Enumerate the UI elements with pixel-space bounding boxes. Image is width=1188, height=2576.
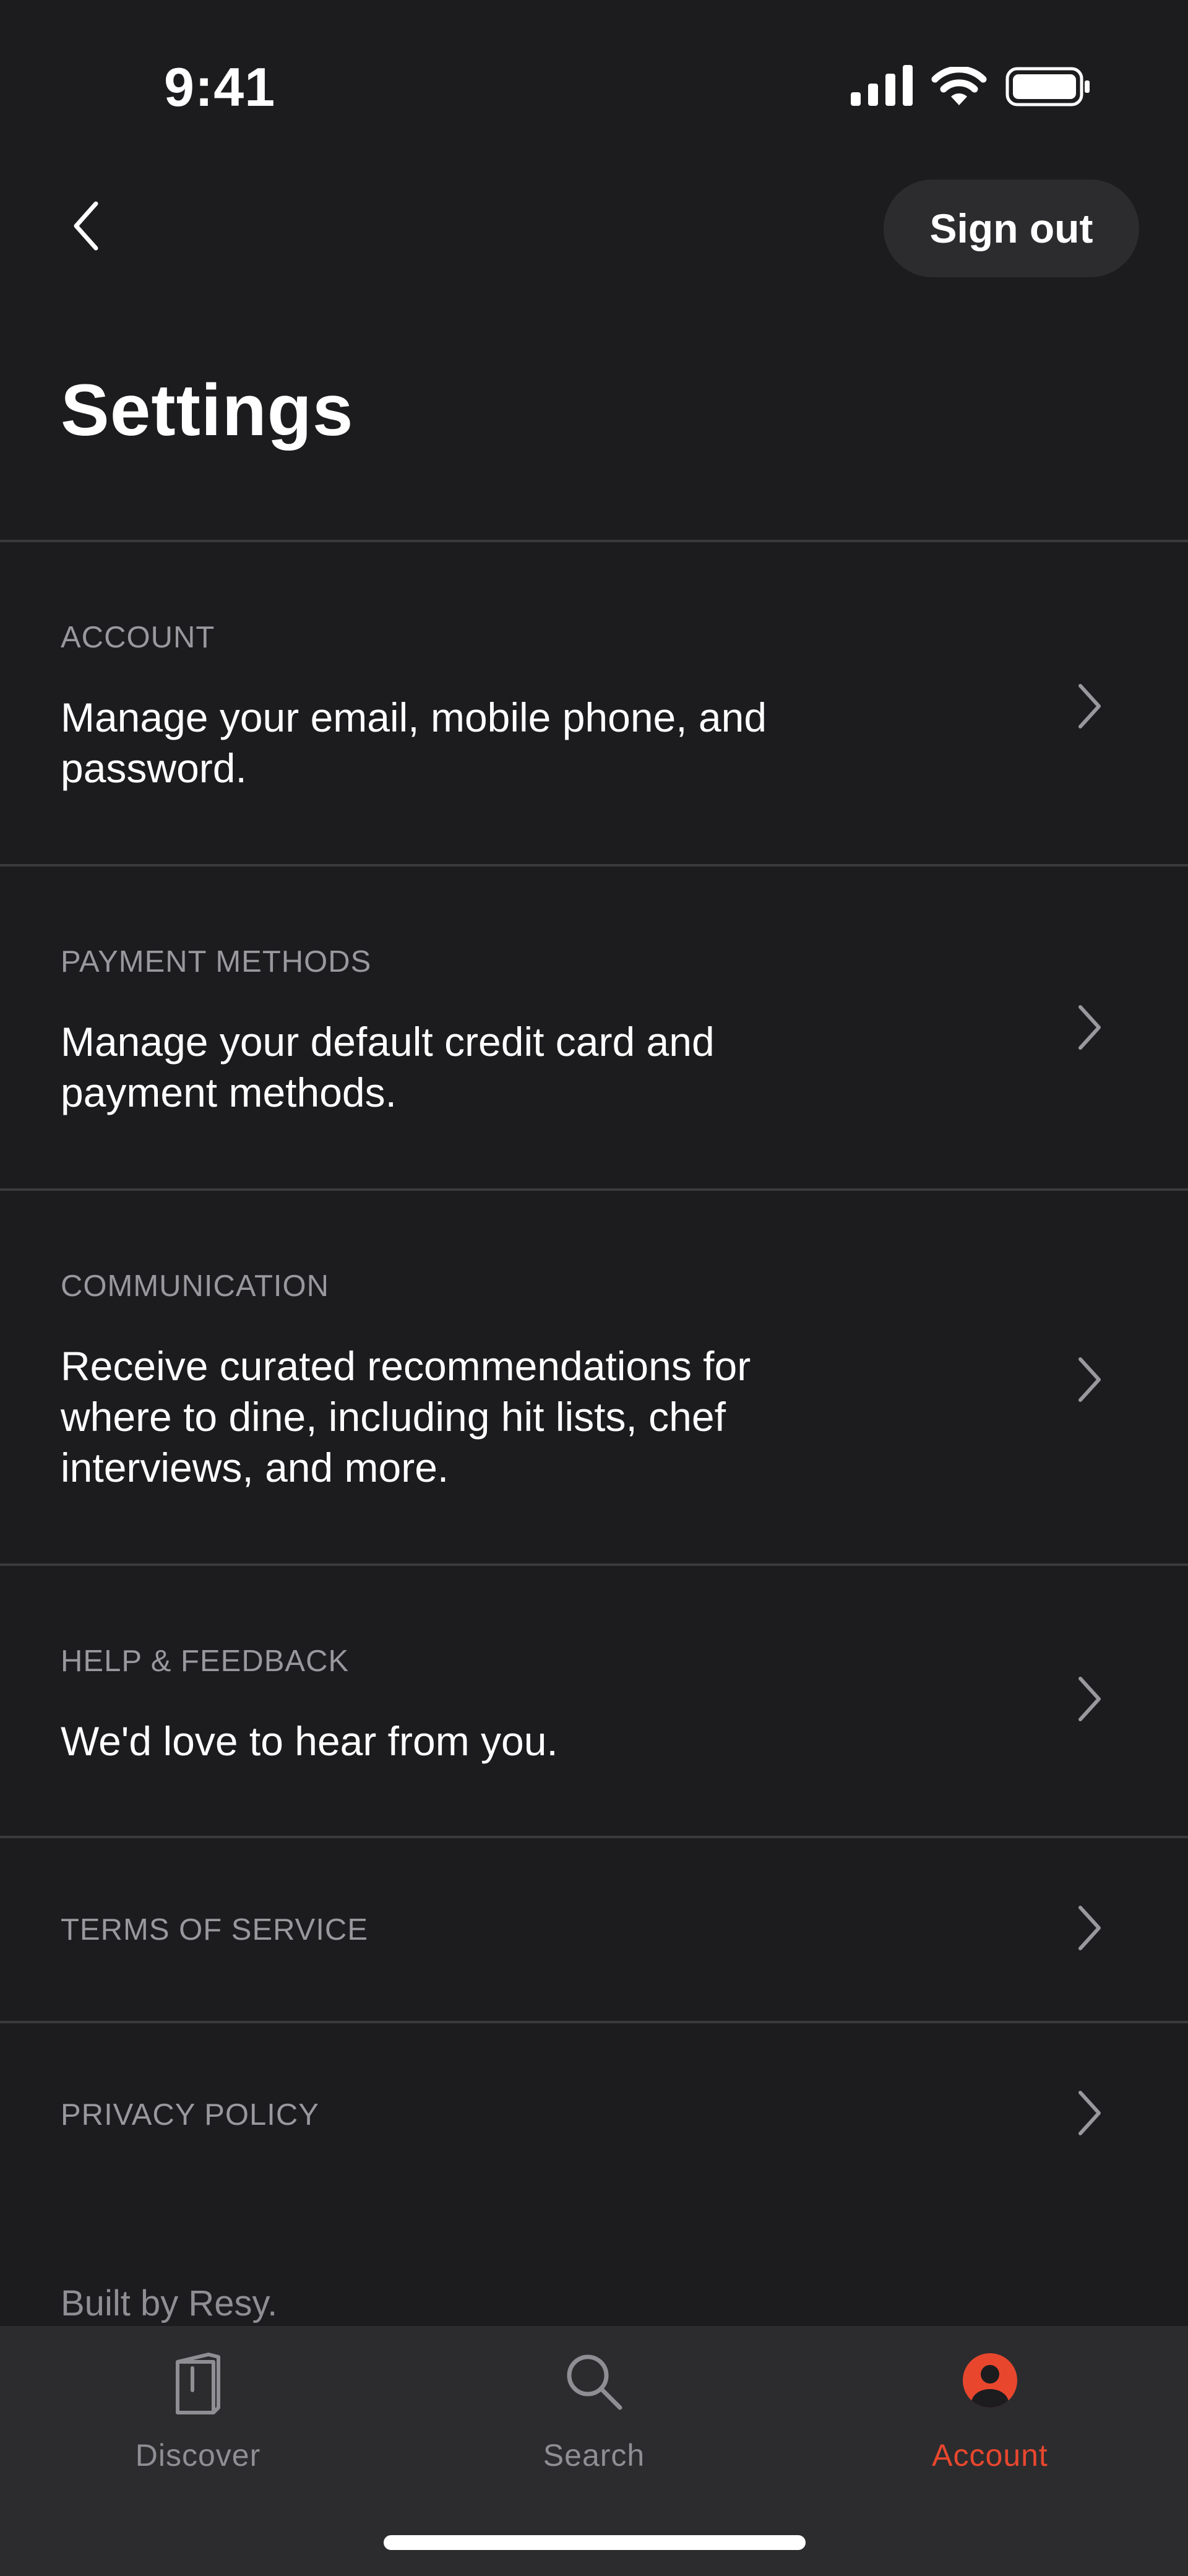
row-label: PRIVACY POLICY	[61, 2098, 319, 2132]
cellular-signal-icon	[851, 65, 913, 106]
tab-label: Discover	[135, 2438, 261, 2473]
page-title: Settings	[61, 370, 354, 451]
chevron-right-icon	[1078, 1005, 1101, 1050]
tab-label: Account	[932, 2438, 1048, 2473]
chevron-right-icon	[1078, 1677, 1101, 1721]
row-description: Receive curated recommendations for wher…	[61, 1343, 751, 1490]
row-description: Manage your default credit card and paym…	[61, 1019, 715, 1115]
status-time: 9:41	[164, 56, 276, 118]
row-label: PAYMENT METHODS	[61, 945, 372, 979]
book-icon	[176, 2353, 220, 2414]
settings-row-communication[interactable]: COMMUNICATION Receive curated recommenda…	[0, 1191, 1188, 1563]
chevron-right-icon	[1078, 1357, 1101, 1402]
tab-account[interactable]: Account	[792, 2326, 1188, 2487]
row-label: ACCOUNT	[61, 621, 215, 654]
tab-discover[interactable]: Discover	[0, 2326, 396, 2487]
settings-row-payment-methods[interactable]: PAYMENT METHODS Manage your default cred…	[0, 867, 1188, 1188]
settings-row-terms-of-service[interactable]: TERMS OF SERVICE	[0, 1838, 1188, 2021]
chevron-right-icon	[1078, 684, 1101, 728]
row-description: Manage your email, mobile phone, and pas…	[61, 694, 767, 791]
sign-out-button[interactable]: Sign out	[884, 179, 1139, 277]
settings-list: ACCOUNT Manage your email, mobile phone,…	[0, 540, 1188, 2209]
row-label: TERMS OF SERVICE	[61, 1913, 369, 1947]
chevron-left-icon	[74, 201, 98, 251]
home-indicator	[384, 2535, 806, 2550]
footer-text: Built by Resy.	[61, 2283, 278, 2323]
back-button[interactable]	[56, 192, 118, 260]
row-label: COMMUNICATION	[61, 1269, 329, 1303]
row-label: HELP & FEEDBACK	[61, 1645, 350, 1678]
search-icon	[567, 2354, 622, 2410]
settings-row-privacy-policy[interactable]: PRIVACY POLICY	[0, 2023, 1188, 2209]
settings-row-help-feedback[interactable]: HELP & FEEDBACK We'd love to hear from y…	[0, 1566, 1188, 1836]
chevron-right-icon	[1078, 2091, 1101, 2135]
status-bar: 9:41	[0, 0, 1188, 155]
chevron-right-icon	[1078, 1906, 1101, 1950]
tab-search[interactable]: Search	[396, 2326, 792, 2487]
battery-icon	[1005, 67, 1090, 106]
user-circle-icon	[963, 2353, 1017, 2408]
wifi-icon	[931, 67, 987, 105]
settings-row-account[interactable]: ACCOUNT Manage your email, mobile phone,…	[0, 542, 1188, 864]
row-description: We'd love to hear from you.	[61, 1718, 558, 1764]
tab-label: Search	[543, 2438, 645, 2473]
